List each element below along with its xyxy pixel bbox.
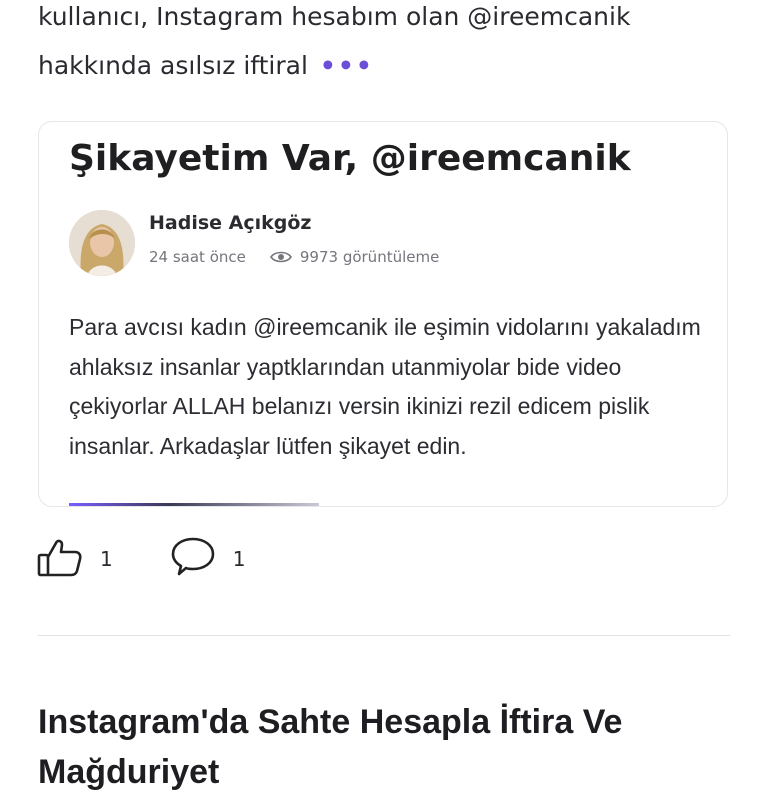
complaint-excerpt: kullanıcı, Instagram hesabım olan @ireem… bbox=[38, 0, 738, 90]
thumbs-up-icon bbox=[36, 535, 84, 583]
comment-count: 1 bbox=[232, 547, 246, 571]
like-button[interactable]: 1 bbox=[36, 535, 113, 583]
complaint-title: Şikayetim Var, @ireemcanik bbox=[69, 138, 631, 179]
complaint-body: Para avcısı kadın @ireemcanik ile eşimin… bbox=[69, 314, 701, 459]
speech-bubble-icon bbox=[169, 535, 217, 583]
excerpt-text: hakkında asılsız iftiral bbox=[38, 51, 308, 80]
author-name[interactable]: Hadise Açıkgöz bbox=[149, 212, 311, 234]
section-divider bbox=[38, 635, 730, 636]
avatar-image bbox=[69, 210, 135, 276]
view-count: 9973 görüntüleme bbox=[299, 248, 440, 266]
reaction-bar: 1 1 bbox=[36, 535, 245, 583]
eye-icon bbox=[269, 250, 292, 264]
post-meta: 24 saat önce 9973 görüntüleme bbox=[149, 248, 439, 266]
post-time: 24 saat önce bbox=[149, 248, 246, 266]
avatar bbox=[69, 210, 135, 276]
read-more-button[interactable]: ••• bbox=[320, 51, 374, 80]
next-article-headline[interactable]: Instagram'da Sahte Hesapla İftira Ve Mağ… bbox=[38, 697, 738, 797]
comment-button[interactable]: 1 bbox=[169, 535, 246, 583]
excerpt-line-2: hakkında asılsız iftiral ••• bbox=[38, 41, 738, 90]
excerpt-line-1: kullanıcı, Instagram hesabım olan @ireem… bbox=[38, 2, 631, 31]
complaint-card[interactable]: Şikayetim Var, @ireemcanik Hadise Açıkgö… bbox=[38, 121, 728, 507]
like-count: 1 bbox=[100, 547, 113, 571]
card-progress-bar bbox=[69, 503, 319, 506]
